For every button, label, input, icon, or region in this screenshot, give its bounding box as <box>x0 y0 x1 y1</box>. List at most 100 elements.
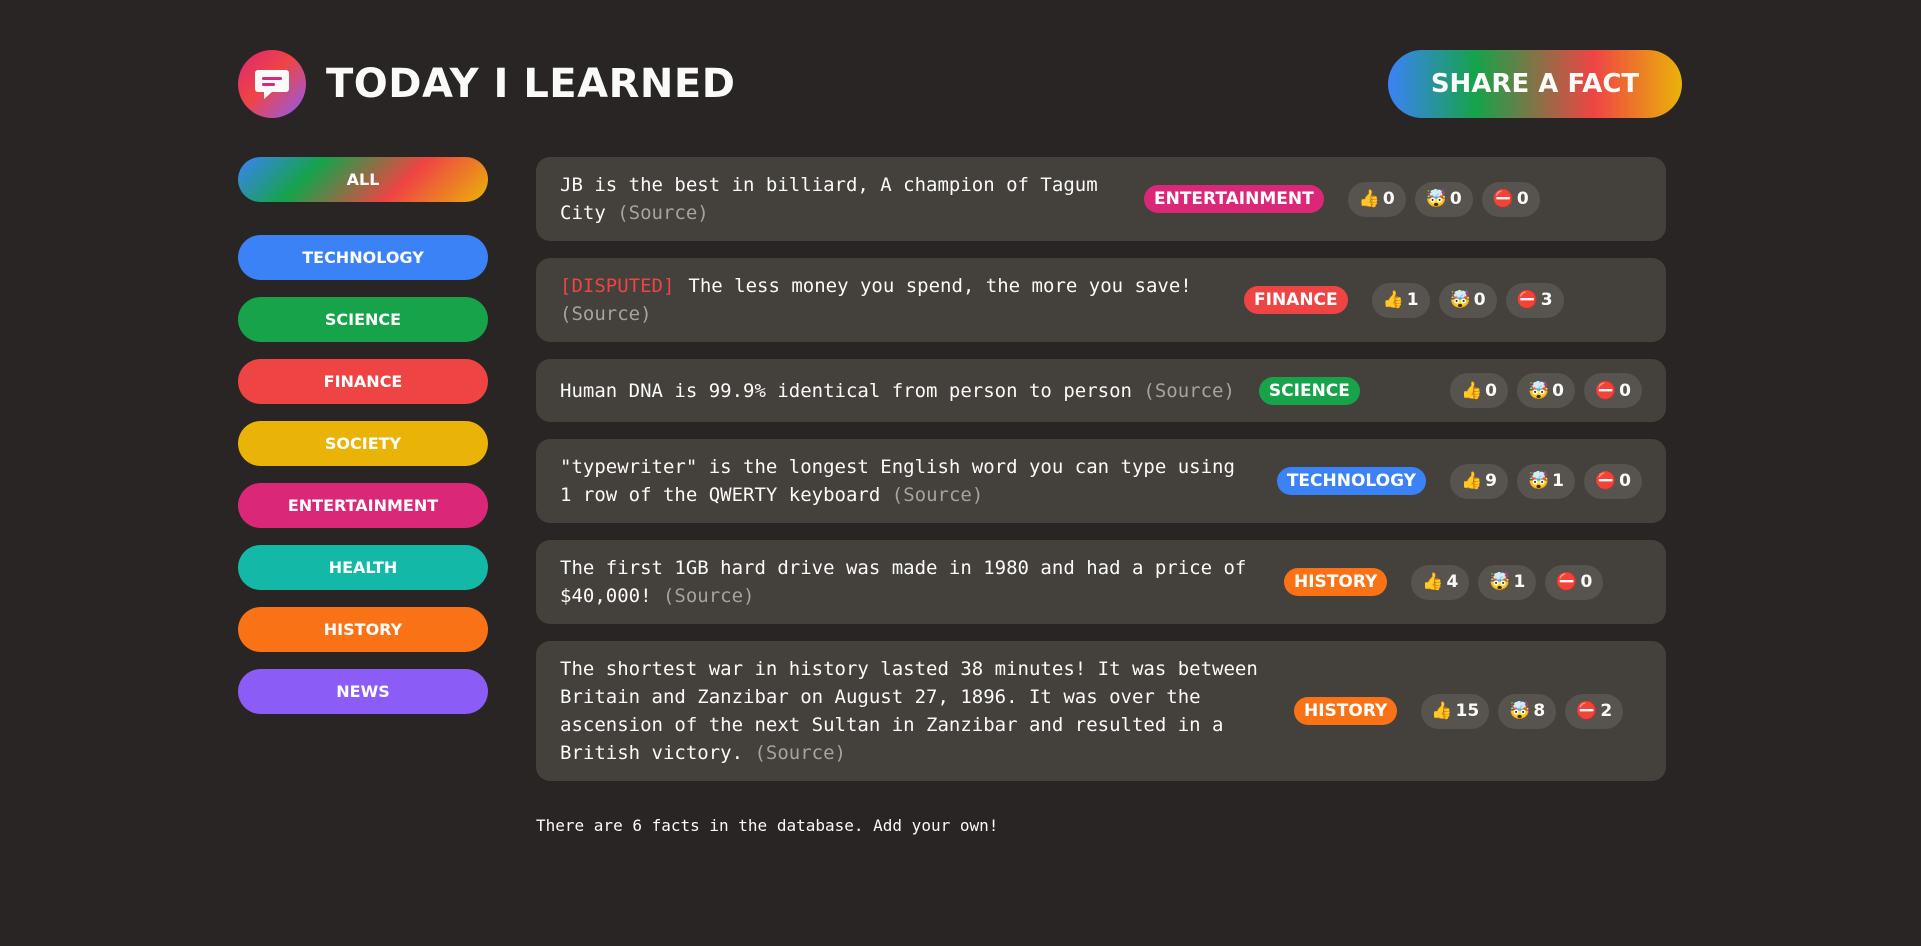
page-title: Today I Learned <box>326 61 736 107</box>
fact-source-link[interactable]: (Source) <box>1143 380 1235 402</box>
vote-mindblowing-button[interactable]: 🤯 1 <box>1478 564 1537 600</box>
no-entry-icon: ⛔ <box>1576 701 1598 721</box>
mind-blown-icon: 🤯 <box>1449 290 1471 310</box>
vote-count: 1 <box>1552 471 1564 491</box>
vote-interesting-button[interactable]: 👍 0 <box>1450 373 1508 408</box>
vote-false-button[interactable]: ⛔ 0 <box>1481 181 1540 217</box>
category-button-health[interactable]: Health <box>238 545 488 590</box>
vote-count: 1 <box>1406 290 1419 310</box>
fact-item: JB is the best in billiard, A champion o… <box>536 157 1666 241</box>
vote-interesting-button[interactable]: 👍 0 <box>1347 181 1406 217</box>
vote-mindblowing-button[interactable]: 🤯 1 <box>1517 463 1575 499</box>
vote-count: 0 <box>1485 380 1497 401</box>
no-entry-icon: ⛔ <box>1516 290 1538 310</box>
fact-item: "typewriter" is the longest English word… <box>536 439 1666 523</box>
fact-content: The less money you spend, the more you s… <box>688 275 1192 297</box>
category-item-history: History <box>238 607 488 652</box>
category-button-technology[interactable]: Technology <box>238 235 488 280</box>
vote-mindblowing-button[interactable]: 🤯 0 <box>1414 181 1473 217</box>
vote-false-button[interactable]: ⛔ 0 <box>1584 373 1642 408</box>
vote-count: 0 <box>1619 380 1631 401</box>
vote-false-button[interactable]: ⛔ 0 <box>1584 463 1642 499</box>
share-fact-button[interactable]: Share a fact <box>1388 50 1682 118</box>
vote-buttons: 👍 9 🤯 1 ⛔ 0 <box>1450 463 1642 499</box>
app-header: Today I Learned Share a fact <box>238 49 1682 119</box>
fact-category-tag: Science <box>1258 376 1360 405</box>
vote-buttons: 👍 0 🤯 0 ⛔ 0 <box>1347 181 1540 217</box>
vote-mindblowing-button[interactable]: 🤯 0 <box>1438 282 1497 318</box>
mind-blown-icon: 🤯 <box>1509 701 1531 721</box>
vote-count: 8 <box>1533 701 1546 721</box>
thumbs-up-icon: 👍 <box>1382 290 1404 310</box>
fact-source-link[interactable]: (Source) <box>617 202 709 224</box>
fact-item: [DISPUTED] The less money you spend, the … <box>536 258 1666 342</box>
vote-false-button[interactable]: ⛔ 0 <box>1545 564 1604 600</box>
fact-category-tag: Technology <box>1276 467 1426 495</box>
thumbs-up-icon: 👍 <box>1460 380 1483 401</box>
fact-source-link[interactable]: (Source) <box>663 585 755 607</box>
facts-count-message: There are 6 facts in the database. Add y… <box>536 816 999 835</box>
vote-mindblowing-button[interactable]: 🤯 8 <box>1498 693 1557 729</box>
category-list: All Technology Science Finance Society E… <box>238 157 488 731</box>
category-button-news[interactable]: News <box>238 669 488 714</box>
category-item-all: All <box>238 157 488 202</box>
fact-text: [DISPUTED] The less money you spend, the … <box>560 272 1220 328</box>
vote-count: 4 <box>1446 572 1459 592</box>
fact-category-tag: Finance <box>1244 286 1348 314</box>
fact-list: JB is the best in billiard, A champion o… <box>536 157 1666 798</box>
category-button-finance[interactable]: Finance <box>238 359 488 404</box>
vote-interesting-button[interactable]: 👍 9 <box>1450 463 1508 499</box>
chat-bubble-logo-icon <box>238 50 306 118</box>
vote-count: 0 <box>1552 380 1564 401</box>
vote-count: 9 <box>1485 471 1497 491</box>
fact-item: The shortest war in history lasted 38 mi… <box>536 641 1666 781</box>
vote-count: 2 <box>1600 701 1613 721</box>
fact-source-link[interactable]: (Source) <box>754 742 846 764</box>
mind-blown-icon: 🤯 <box>1425 189 1447 209</box>
category-item-health: Health <box>238 545 488 590</box>
vote-false-button[interactable]: ⛔ 2 <box>1565 693 1624 729</box>
mind-blown-icon: 🤯 <box>1527 380 1550 401</box>
brand: Today I Learned <box>238 50 735 118</box>
vote-false-button[interactable]: ⛔ 3 <box>1505 282 1564 318</box>
no-entry-icon: ⛔ <box>1556 572 1578 592</box>
no-entry-icon: ⛔ <box>1594 471 1617 491</box>
thumbs-up-icon: 👍 <box>1431 701 1453 721</box>
mind-blown-icon: 🤯 <box>1527 471 1550 491</box>
vote-count: 0 <box>1473 290 1486 310</box>
fact-source-link[interactable]: (Source) <box>560 303 652 325</box>
all-categories-button[interactable]: All <box>238 157 488 202</box>
vote-buttons: 👍 0 🤯 0 ⛔ 0 <box>1450 373 1642 408</box>
fact-source-link[interactable]: (Source) <box>892 484 984 506</box>
vote-count: 3 <box>1540 290 1553 310</box>
fact-category-tag: History <box>1294 697 1398 725</box>
vote-count: 0 <box>1382 189 1395 209</box>
vote-count: 0 <box>1516 189 1529 209</box>
vote-buttons: 👍 4 🤯 1 ⛔ 0 <box>1411 564 1604 600</box>
vote-mindblowing-button[interactable]: 🤯 0 <box>1517 373 1575 408</box>
fact-item: Human DNA is 99.9% identical from person… <box>536 359 1666 422</box>
no-entry-icon: ⛔ <box>1492 189 1514 209</box>
category-item-entertainment: Entertainment <box>238 483 488 528</box>
vote-interesting-button[interactable]: 👍 4 <box>1411 564 1470 600</box>
vote-count: 15 <box>1455 701 1480 721</box>
vote-interesting-button[interactable]: 👍 1 <box>1371 282 1430 318</box>
category-button-entertainment[interactable]: Entertainment <box>238 483 488 528</box>
category-button-history[interactable]: History <box>238 607 488 652</box>
vote-interesting-button[interactable]: 👍 15 <box>1421 693 1490 729</box>
category-button-society[interactable]: Society <box>238 421 488 466</box>
fact-content: Human DNA is 99.9% identical from person… <box>560 379 1132 402</box>
category-button-science[interactable]: Science <box>238 297 488 342</box>
category-item-news: News <box>238 669 488 714</box>
disputed-badge: [DISPUTED] <box>560 275 675 297</box>
fact-text: JB is the best in billiard, A champion o… <box>560 171 1120 227</box>
fact-text: Human DNA is 99.9% identical from person… <box>560 377 1235 405</box>
thumbs-up-icon: 👍 <box>1460 471 1483 491</box>
thumbs-up-icon: 👍 <box>1358 189 1380 209</box>
fact-text: The shortest war in history lasted 38 mi… <box>560 655 1270 767</box>
vote-buttons: 👍 15 🤯 8 ⛔ 2 <box>1421 693 1624 729</box>
vote-count: 1 <box>1513 572 1526 592</box>
fact-text: The first 1GB hard drive was made in 198… <box>560 554 1260 610</box>
category-item-science: Science <box>238 297 488 342</box>
category-item-finance: Finance <box>238 359 488 404</box>
